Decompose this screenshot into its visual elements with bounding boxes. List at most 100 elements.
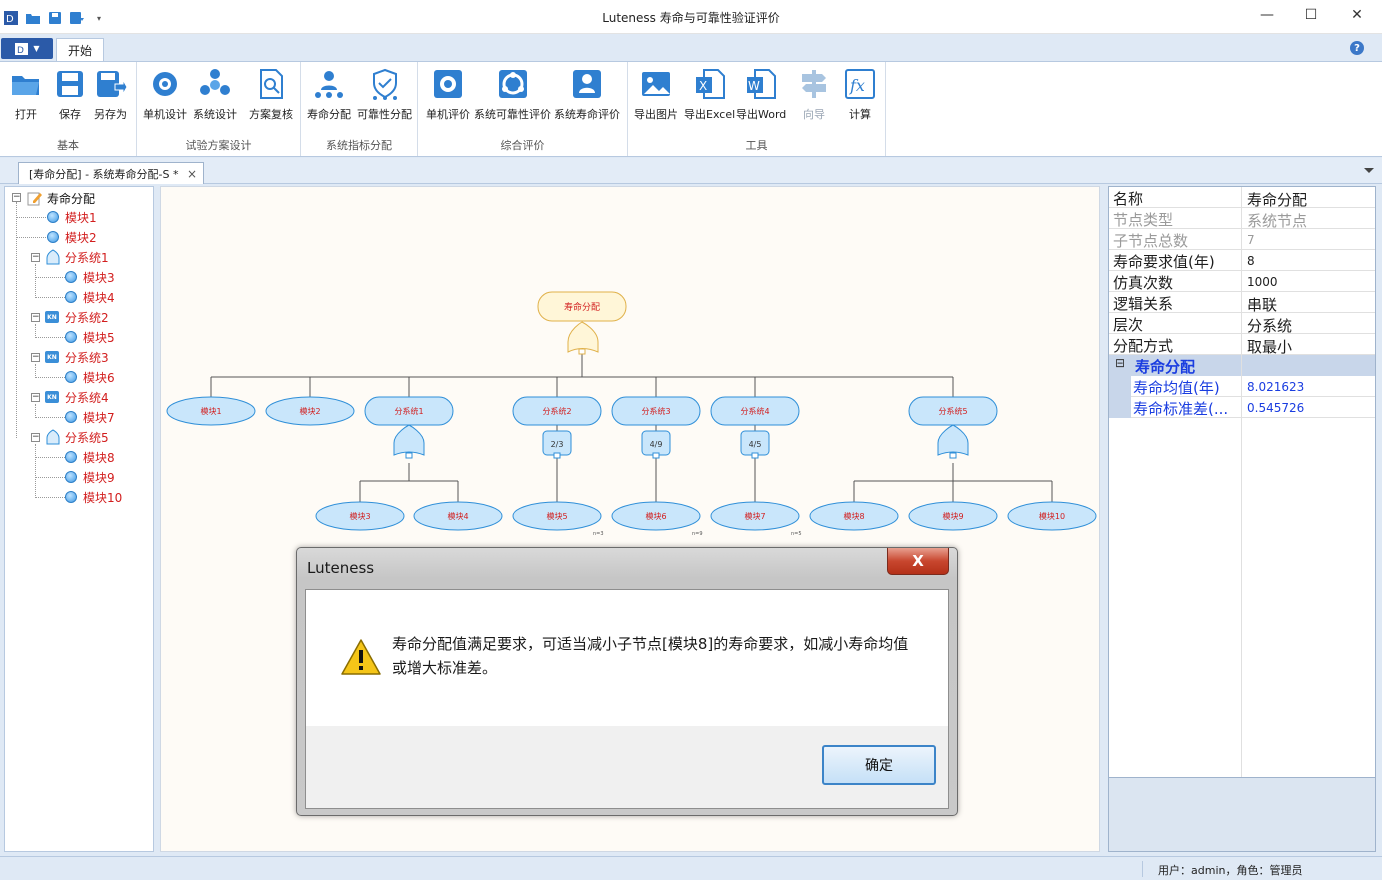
diagram-node-subsystem2[interactable]: 分系统2	[512, 396, 602, 426]
window-title: Luteness 寿命与可靠性验证评价	[602, 11, 780, 25]
property-row-life-requirement[interactable]: 寿命要求值(年) 8	[1109, 250, 1375, 271]
tab-life-allocation-document[interactable]: [寿命分配] - 系统寿命分配-S * ×	[18, 162, 204, 184]
function-fx-icon: fx	[845, 69, 875, 99]
tree-item-module4[interactable]: 模块4	[65, 288, 115, 306]
svg-text:2/3: 2/3	[551, 440, 564, 449]
system-reliability-eval-button[interactable]: 系统可靠性评价	[474, 68, 551, 124]
plan-review-button[interactable]: 方案复核	[249, 68, 293, 124]
tree-item-subsystem4[interactable]: KN 分系统4	[45, 388, 109, 406]
property-row-life-std[interactable]: 寿命标准差(... 0.545726	[1109, 397, 1375, 418]
svg-text:模块6: 模块6	[645, 511, 666, 521]
module-circle-icon	[65, 371, 77, 383]
message-dialog: Luteness X 寿命分配值满足要求，可适当减小子节点[模块8]的寿命要求，…	[296, 547, 958, 816]
property-row-simulation-count[interactable]: 仿真次数 1000	[1109, 271, 1375, 292]
diagram-node-subsystem1[interactable]: 分系统1	[364, 396, 454, 426]
subsystem4-kn-gate: 4/5	[740, 430, 770, 459]
unit-evaluation-button[interactable]: 单机评价	[426, 68, 470, 124]
diagram-node-subsystem4[interactable]: 分系统4	[710, 396, 800, 426]
tab-start[interactable]: 开始	[56, 38, 104, 62]
save-as-icon	[96, 71, 127, 97]
life-allocation-icon	[315, 71, 343, 98]
minimize-button[interactable]: —	[1244, 0, 1290, 30]
close-window-button[interactable]: ✕	[1334, 0, 1380, 30]
module-circle-icon	[65, 471, 77, 483]
close-tab-icon[interactable]: ×	[187, 167, 197, 181]
collapse-root-icon[interactable]: −	[12, 193, 21, 202]
diagram-node-module5[interactable]: 模块5 n=3	[512, 501, 604, 537]
tree-item-module7[interactable]: 模块7	[65, 408, 115, 426]
tab-list-dropdown-icon[interactable]	[1364, 168, 1374, 173]
diagram-node-module7[interactable]: 模块7 n=5	[710, 501, 802, 537]
property-row-name[interactable]: 名称 寿命分配	[1109, 187, 1375, 209]
diagram-node-module8[interactable]: 模块8	[809, 501, 899, 531]
collapse-sub5-icon[interactable]: −	[31, 433, 40, 442]
dialog-ok-button[interactable]: 确定	[822, 745, 936, 785]
diagram-node-module10[interactable]: 模块10	[1007, 501, 1097, 531]
wizard-button[interactable]: 向导	[798, 68, 830, 124]
property-row-level[interactable]: 层次 分系统	[1109, 313, 1375, 335]
save-button[interactable]: 保存	[54, 68, 86, 124]
module-circle-icon	[47, 211, 59, 223]
svg-text:分系统3: 分系统3	[641, 406, 670, 416]
property-row-child-count[interactable]: 子节点总数 7	[1109, 229, 1375, 250]
svg-text:模块10: 模块10	[1039, 511, 1065, 521]
unit-design-button[interactable]: 单机设计	[143, 68, 187, 124]
property-row-logic[interactable]: 逻辑关系 串联	[1109, 292, 1375, 314]
tree-item-module6[interactable]: 模块6	[65, 368, 115, 386]
tree-item-module3[interactable]: 模块3	[65, 268, 115, 286]
application-menu-button[interactable]: D ▼	[1, 38, 53, 59]
collapse-category-icon[interactable]: ⊟	[1115, 356, 1125, 370]
open-button[interactable]: 打开	[10, 68, 42, 124]
save-as-button[interactable]: 另存为	[94, 68, 127, 124]
property-row-life-mean[interactable]: 寿命均值(年) 8.021623	[1109, 376, 1375, 397]
diagram-node-module4[interactable]: 模块4	[413, 501, 503, 531]
help-icon[interactable]: ?	[1350, 41, 1364, 55]
tree-item-subsystem1[interactable]: 分系统1	[45, 248, 109, 266]
svg-text:模块9: 模块9	[942, 511, 963, 521]
k-of-n-gate-icon: KN	[45, 351, 59, 363]
tree-item-module5[interactable]: 模块5	[65, 328, 115, 346]
svg-text:模块8: 模块8	[843, 511, 864, 521]
tree-item-subsystem5[interactable]: 分系统5	[45, 428, 109, 446]
svg-text:n=9: n=9	[692, 531, 703, 537]
diagram-node-module3[interactable]: 模块3	[315, 501, 405, 531]
diagram-node-module2[interactable]: 模块2	[265, 396, 355, 426]
collapse-sub2-icon[interactable]: −	[31, 313, 40, 322]
property-category-life-allocation[interactable]: ⊟ 寿命分配	[1109, 355, 1375, 376]
diagram-node-subsystem3[interactable]: 分系统3	[611, 396, 701, 426]
tree-item-module10[interactable]: 模块10	[65, 488, 122, 506]
tree-item-module2[interactable]: 模块2	[47, 228, 97, 246]
tree-item-root[interactable]: 寿命分配	[27, 189, 95, 207]
tree-item-module1[interactable]: 模块1	[47, 208, 97, 226]
dialog-close-button[interactable]: X	[887, 548, 949, 575]
property-row-node-type[interactable]: 节点类型 系统节点	[1109, 208, 1375, 230]
diagram-node-module9[interactable]: 模块9	[908, 501, 998, 531]
export-excel-button[interactable]: X 导出Excel	[684, 68, 735, 124]
tree-item-subsystem2[interactable]: KN 分系统2	[45, 308, 109, 326]
diagram-node-module1[interactable]: 模块1	[166, 396, 256, 426]
and-gate-icon	[46, 429, 60, 445]
system-design-button[interactable]: 系统设计	[193, 68, 237, 124]
svg-text:分系统4: 分系统4	[740, 406, 769, 416]
maximize-button[interactable]: ☐	[1288, 0, 1334, 30]
svg-text:分系统1: 分系统1	[394, 406, 423, 416]
reliability-allocation-button[interactable]: 可靠性分配	[357, 68, 412, 124]
export-word-button[interactable]: W 导出Word	[736, 68, 786, 124]
calculate-button[interactable]: fx 计算	[844, 68, 876, 124]
tree-item-module8[interactable]: 模块8	[65, 448, 115, 466]
diagram-node-module6[interactable]: 模块6 n=9	[611, 501, 703, 537]
subsystem2-kn-gate: 2/3	[542, 430, 572, 459]
collapse-sub4-icon[interactable]: −	[31, 393, 40, 402]
diagram-root-node[interactable]: 寿命分配	[537, 291, 627, 322]
export-image-button[interactable]: 导出图片	[634, 68, 678, 124]
floppy-disk-icon	[57, 71, 83, 97]
system-life-eval-button[interactable]: 系统寿命评价	[554, 68, 620, 124]
life-allocation-button[interactable]: 寿命分配	[307, 68, 351, 124]
tree-item-subsystem3[interactable]: KN 分系统3	[45, 348, 109, 366]
signpost-icon	[802, 70, 826, 98]
diagram-node-subsystem5[interactable]: 分系统5	[908, 396, 998, 426]
tree-item-module9[interactable]: 模块9	[65, 468, 115, 486]
collapse-sub3-icon[interactable]: −	[31, 353, 40, 362]
property-row-allocation-method[interactable]: 分配方式 取最小	[1109, 334, 1375, 356]
collapse-sub1-icon[interactable]: −	[31, 253, 40, 262]
